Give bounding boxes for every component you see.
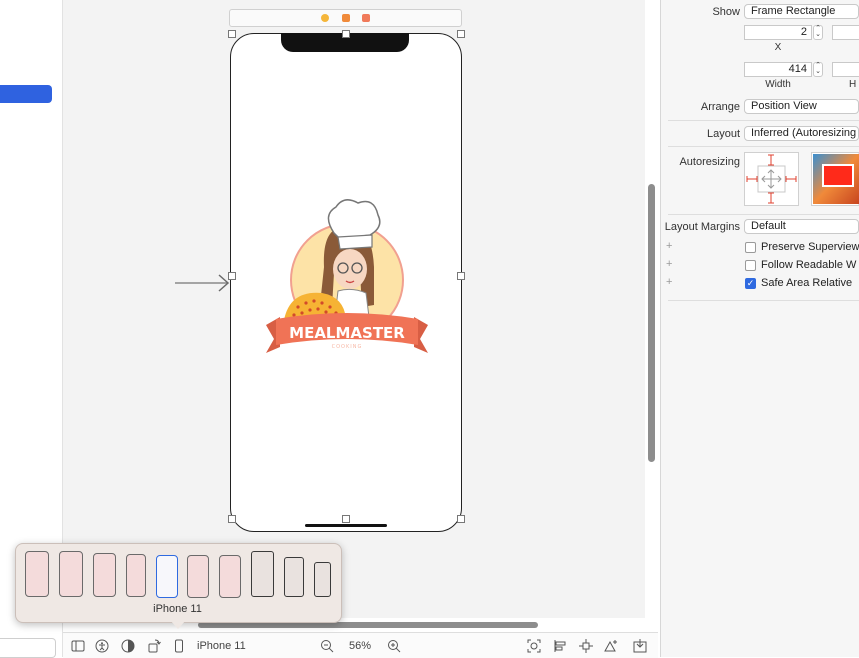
- arrange-popup[interactable]: Position View: [744, 99, 859, 114]
- preserve-superview-checkbox[interactable]: [745, 242, 756, 253]
- resize-handle[interactable]: [342, 515, 350, 523]
- height-field[interactable]: [832, 62, 859, 77]
- navigator-filter-field[interactable]: [0, 638, 56, 658]
- width-field[interactable]: 414: [744, 62, 812, 77]
- autoresizing-preview: [811, 152, 859, 206]
- width-label: Width: [756, 79, 800, 90]
- update-frames-icon[interactable]: [527, 639, 541, 653]
- selected-device-label: iPhone 11: [0, 603, 355, 615]
- device-option[interactable]: [284, 557, 304, 597]
- safe-area-relative-label: Safe Area Relative: [761, 277, 852, 289]
- safe-area-relative-checkbox[interactable]: ✓: [745, 278, 756, 289]
- layout-margins-label: Layout Margins: [664, 221, 740, 233]
- entry-point-arrow-icon[interactable]: [175, 272, 231, 294]
- separator: [668, 146, 859, 147]
- zoom-level[interactable]: 56%: [349, 640, 371, 652]
- zoom-out-icon[interactable]: [320, 639, 334, 653]
- x-field[interactable]: 2: [744, 25, 812, 40]
- follow-readable-width-checkbox[interactable]: [745, 260, 756, 271]
- layout-margins-popup[interactable]: Default: [744, 219, 859, 234]
- device-icon[interactable]: [172, 639, 186, 653]
- resize-handle[interactable]: [228, 30, 236, 38]
- x-stepper[interactable]: ⌃⌄: [813, 25, 823, 40]
- device-option[interactable]: [219, 555, 241, 598]
- navigator-selected-row[interactable]: [0, 85, 52, 103]
- resize-handle[interactable]: [228, 515, 236, 523]
- resize-handle[interactable]: [457, 515, 465, 523]
- add-constraints-icon[interactable]: [579, 639, 593, 653]
- resize-handle[interactable]: [342, 30, 350, 38]
- autoresizing-mask-control[interactable]: [744, 152, 799, 206]
- show-label: Show: [690, 6, 740, 18]
- layout-popup[interactable]: Inferred (Autoresizing: [744, 126, 859, 141]
- device-option-iphone-11[interactable]: [156, 555, 178, 598]
- layout-label: Layout: [680, 128, 740, 140]
- arrange-label: Arrange: [680, 101, 740, 113]
- y-field[interactable]: [832, 25, 859, 40]
- preserve-superview-label: Preserve Superview: [761, 241, 859, 253]
- device-option[interactable]: [314, 562, 331, 597]
- embed-in-icon[interactable]: [633, 639, 647, 653]
- view-controller-icon[interactable]: [321, 14, 329, 22]
- device-option[interactable]: [187, 555, 209, 598]
- separator: [668, 120, 859, 121]
- add-variation-icon[interactable]: +: [666, 240, 672, 252]
- zoom-in-icon[interactable]: [387, 639, 401, 653]
- popover-arrow: [170, 620, 186, 629]
- add-variation-icon[interactable]: +: [666, 276, 672, 288]
- width-stepper[interactable]: ⌃⌄: [813, 62, 823, 77]
- device-option[interactable]: [251, 551, 274, 597]
- mealmaster-logo: MEALMASTER COOKING: [262, 195, 432, 360]
- first-responder-icon[interactable]: [342, 14, 350, 22]
- logo-subtitle: COOKING: [332, 344, 363, 350]
- logo-title: MEALMASTER: [289, 324, 405, 342]
- home-indicator: [305, 524, 387, 527]
- x-label: X: [768, 42, 788, 53]
- device-option[interactable]: [59, 551, 83, 597]
- device-option[interactable]: [25, 551, 49, 597]
- height-label-partial: H: [849, 79, 859, 90]
- add-variation-icon[interactable]: +: [666, 258, 672, 270]
- resize-handle[interactable]: [457, 272, 465, 280]
- device-configuration-label[interactable]: iPhone 11: [197, 640, 246, 652]
- appearance-icon[interactable]: [121, 639, 135, 653]
- autoresizing-label: Autoresizing: [670, 156, 740, 168]
- align-icon[interactable]: [553, 639, 567, 653]
- separator: [668, 300, 859, 301]
- scene-dock[interactable]: [229, 9, 462, 27]
- device-option[interactable]: [93, 553, 116, 597]
- separator: [668, 214, 859, 215]
- exit-icon[interactable]: [362, 14, 370, 22]
- canvas-vertical-scrollbar[interactable]: [648, 184, 655, 462]
- accessibility-icon[interactable]: [95, 639, 109, 653]
- document-outline-toggle-icon[interactable]: [71, 639, 85, 653]
- resize-handle[interactable]: [228, 272, 236, 280]
- device-option[interactable]: [126, 554, 146, 597]
- orientation-icon[interactable]: [147, 639, 161, 653]
- follow-readable-width-label: Follow Readable W: [761, 259, 856, 271]
- show-popup[interactable]: Frame Rectangle: [744, 4, 859, 19]
- resolve-issues-icon[interactable]: [604, 639, 618, 653]
- resize-handle[interactable]: [457, 30, 465, 38]
